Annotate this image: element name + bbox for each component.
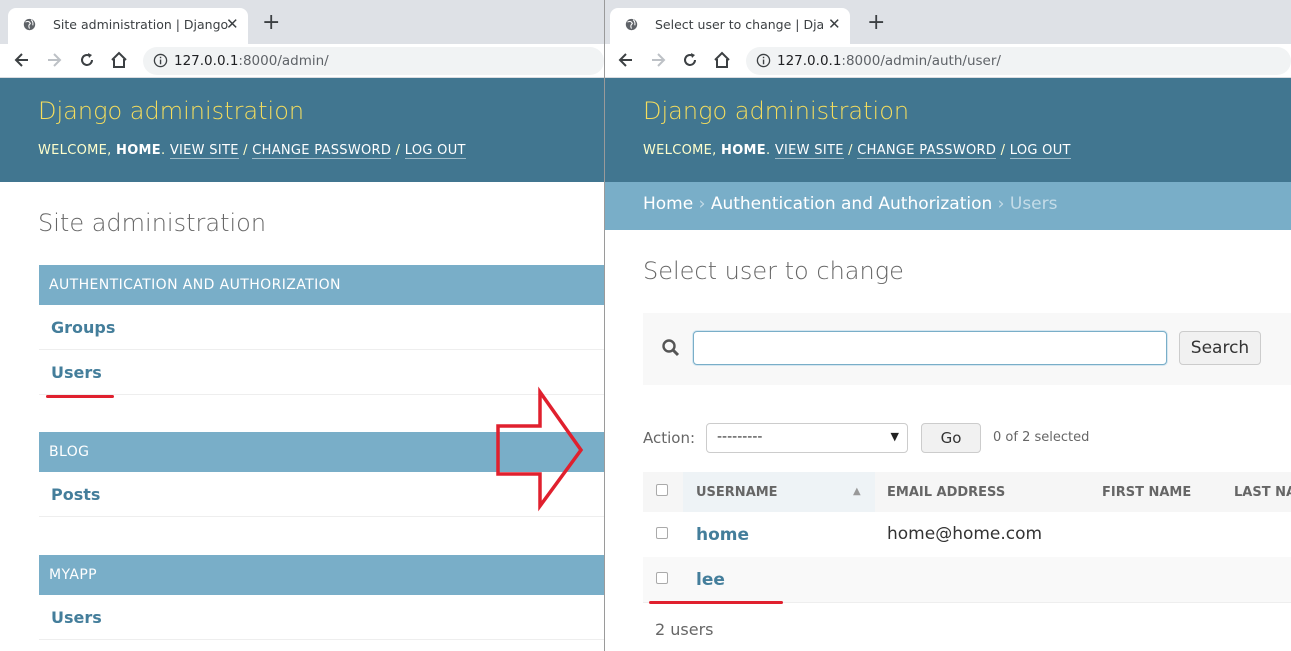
tab-strip: Site administration | Django site ✕ + [0, 0, 604, 44]
module-row-groups[interactable]: Groups [39, 306, 604, 350]
user-tools: WELCOME, HOME. VIEW SITE / CHANGE PASSWO… [38, 143, 466, 159]
current-username: HOME [721, 143, 766, 158]
view-site-link[interactable]: VIEW SITE [169, 143, 239, 159]
search-button[interactable]: Search [1179, 331, 1261, 365]
myapp-users-link[interactable]: Users [51, 608, 102, 627]
users-link[interactable]: Users [51, 363, 102, 382]
browser-toolbar: 127.0.0.1:8000/admin/ [0, 44, 604, 78]
url-text: 127.0.0.1:8000/admin/auth/user/ [777, 53, 1001, 69]
home-icon[interactable] [712, 50, 732, 70]
admin-header: Django administration WELCOME, HOME. VIE… [605, 78, 1291, 182]
forward-icon[interactable] [44, 50, 64, 70]
info-icon[interactable] [756, 53, 771, 68]
module-caption-auth[interactable]: AUTHENTICATION AND AUTHORIZATION [39, 265, 604, 305]
select-all-checkbox[interactable] [656, 484, 668, 496]
username-link[interactable]: home [696, 525, 749, 545]
close-icon[interactable]: ✕ [226, 15, 239, 33]
posts-link[interactable]: Posts [51, 485, 100, 504]
new-tab-icon[interactable]: + [262, 12, 280, 34]
forward-icon[interactable] [648, 50, 668, 70]
browser-tab[interactable]: Select user to change | Django ✕ [610, 8, 850, 44]
reload-icon[interactable] [680, 50, 700, 70]
url-text: 127.0.0.1:8000/admin/ [174, 53, 329, 69]
browser-window-user-changelist: Select user to change | Django ✕ + 127.0… [604, 0, 1291, 651]
email-cell: home@home.com [887, 524, 1043, 544]
username-link[interactable]: lee [696, 570, 725, 590]
dropdown-arrow-icon: ▼ [890, 430, 899, 443]
search-input[interactable] [693, 331, 1167, 365]
action-select[interactable]: --------- ▼ [706, 423, 908, 453]
address-bar[interactable]: 127.0.0.1:8000/admin/ [143, 47, 604, 75]
column-username[interactable]: USERNAME [696, 485, 778, 500]
page-title: Select user to change [643, 257, 904, 285]
address-bar[interactable]: 127.0.0.1:8000/admin/auth/user/ [746, 47, 1291, 75]
log-out-link[interactable]: LOG OUT [404, 143, 466, 159]
globe-icon [625, 18, 638, 31]
search-toolbar: Search [643, 313, 1291, 385]
browser-window-admin-index: Site administration | Django site ✕ + 12… [0, 0, 604, 651]
module-row-myapp-users[interactable]: Users [39, 596, 604, 640]
go-button[interactable]: Go [921, 423, 981, 453]
row-checkbox[interactable] [656, 572, 668, 584]
column-first-name[interactable]: FIRST NAME [1102, 485, 1191, 500]
tab-title: Site administration | Django site [53, 17, 228, 32]
change-password-link[interactable]: CHANGE PASSWORD [857, 143, 997, 159]
breadcrumb-auth[interactable]: Authentication and Authorization [711, 194, 992, 214]
site-brand[interactable]: Django administration [643, 97, 909, 125]
browser-tab[interactable]: Site administration | Django site ✕ [8, 8, 248, 44]
sort-ascending-icon[interactable]: ▲ [853, 486, 861, 497]
breadcrumb-current: Users [1009, 194, 1058, 214]
back-icon[interactable] [12, 50, 32, 70]
table-row: lee [643, 557, 1291, 603]
tab-strip: Select user to change | Django ✕ + [605, 0, 1291, 44]
groups-link[interactable]: Groups [51, 318, 115, 337]
breadcrumb: Home › Authentication and Authorization … [605, 182, 1291, 230]
tab-title: Select user to change | Django [655, 17, 823, 32]
table-header: USERNAME ▲ EMAIL ADDRESS FIRST NAME LAST… [643, 472, 1291, 513]
current-username: HOME [116, 143, 161, 158]
annotation-arrow-icon [496, 386, 584, 512]
info-icon[interactable] [153, 53, 168, 68]
column-last-name[interactable]: LAST NAME [1234, 485, 1291, 500]
admin-header: Django administration WELCOME, HOME. VIE… [0, 78, 604, 182]
row-checkbox[interactable] [656, 527, 668, 539]
action-label: Action: [643, 429, 696, 447]
change-password-link[interactable]: CHANGE PASSWORD [252, 143, 392, 159]
view-site-link[interactable]: VIEW SITE [774, 143, 844, 159]
result-count: 2 users [655, 620, 714, 639]
new-tab-icon[interactable]: + [867, 12, 885, 34]
annotation-underline-users [46, 395, 114, 398]
module-caption-myapp[interactable]: MYAPP [39, 555, 604, 595]
back-icon[interactable] [616, 50, 636, 70]
annotation-underline-lee [649, 601, 783, 604]
selection-counter: 0 of 2 selected [993, 430, 1090, 445]
user-tools: WELCOME, HOME. VIEW SITE / CHANGE PASSWO… [643, 143, 1071, 159]
reload-icon[interactable] [77, 50, 97, 70]
search-icon [662, 339, 680, 357]
log-out-link[interactable]: LOG OUT [1009, 143, 1071, 159]
column-email[interactable]: EMAIL ADDRESS [887, 485, 1005, 500]
close-icon[interactable]: ✕ [828, 15, 841, 33]
home-icon[interactable] [109, 50, 129, 70]
breadcrumb-home[interactable]: Home [643, 194, 693, 214]
browser-toolbar: 127.0.0.1:8000/admin/auth/user/ [605, 44, 1291, 78]
table-row: home home@home.com [643, 512, 1291, 558]
site-brand[interactable]: Django administration [38, 97, 304, 125]
page-title: Site administration [38, 209, 267, 237]
globe-icon [23, 18, 36, 31]
